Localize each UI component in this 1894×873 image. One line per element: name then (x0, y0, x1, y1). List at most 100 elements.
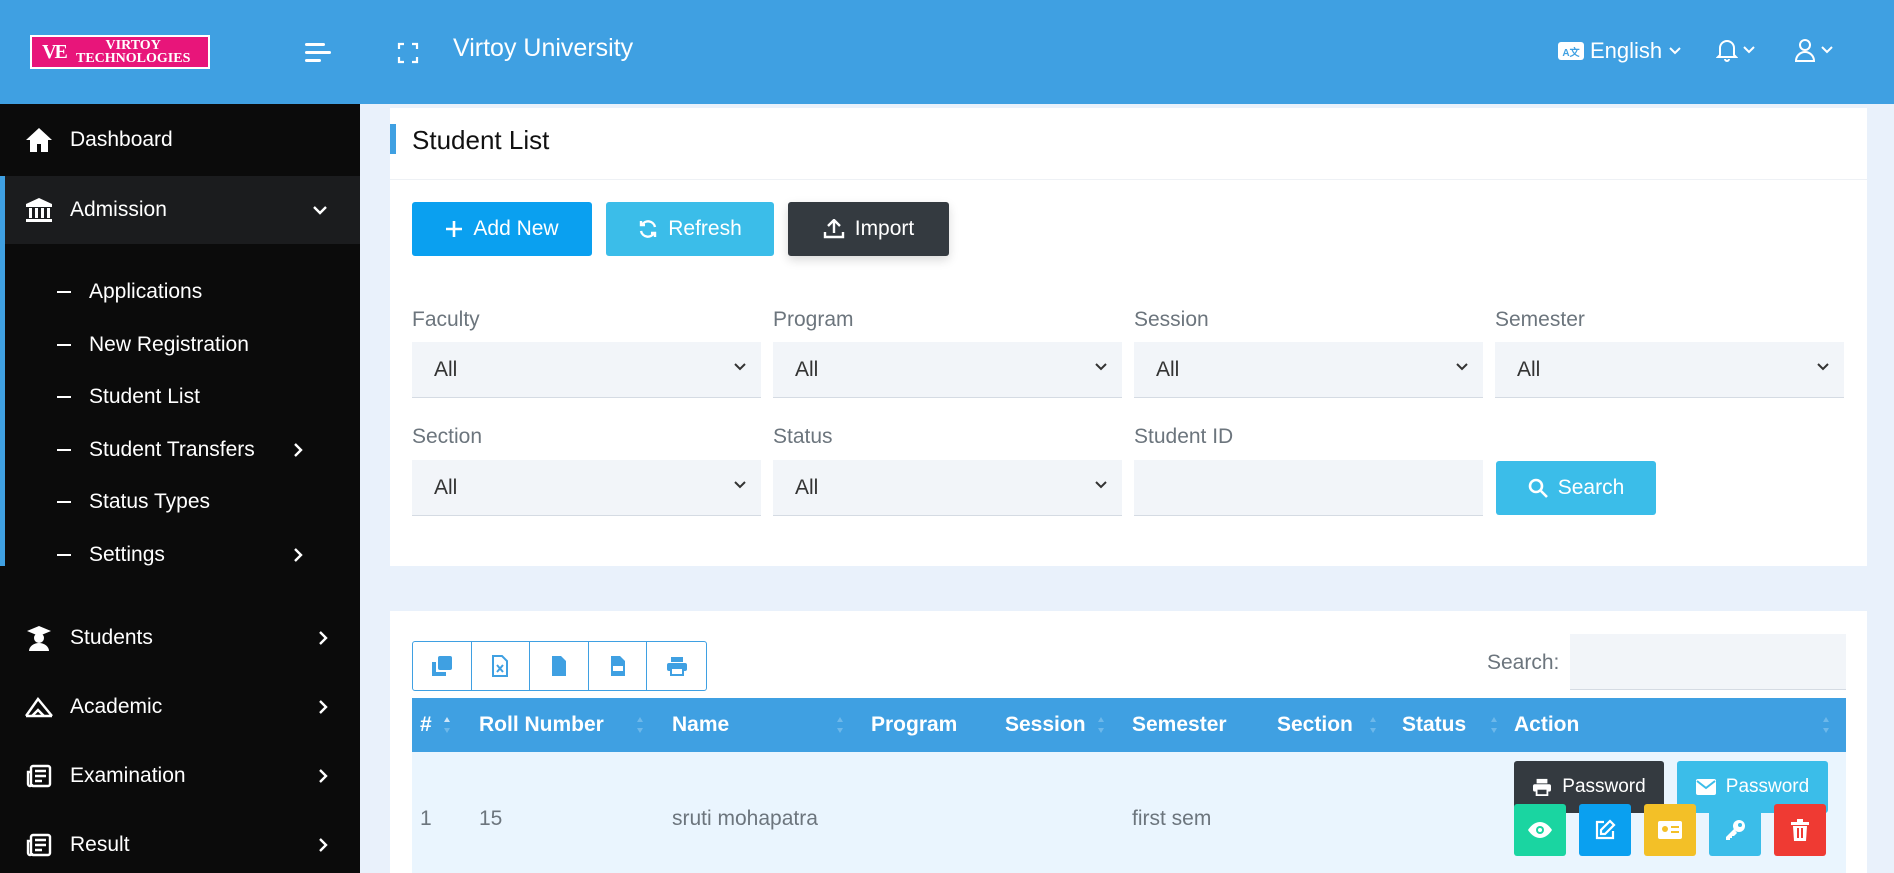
delete-button[interactable] (1774, 804, 1826, 856)
language-selector[interactable]: A文 English (1558, 38, 1682, 64)
filter-card: Student List Add New Refresh Import Facu… (390, 108, 1867, 566)
plus-icon (446, 221, 463, 237)
chevron-down-icon (1743, 46, 1755, 54)
section-select[interactable]: All (412, 460, 761, 516)
chevron-down-icon (1669, 47, 1681, 55)
bank-icon (24, 195, 54, 225)
chevron-right-icon (294, 548, 303, 562)
col-name[interactable]: Name (672, 713, 729, 737)
sidebar-item-status-types[interactable]: Status Types (5, 482, 360, 522)
logo-line2: TECHNOLOGIES (76, 51, 191, 66)
cell-number: 1 (420, 807, 432, 830)
view-button[interactable] (1514, 804, 1566, 856)
sidebar-item-students[interactable]: Students (0, 604, 360, 672)
semester-select[interactable]: All (1495, 342, 1844, 398)
print-button[interactable] (647, 642, 706, 690)
table-search-label: Search: (1487, 651, 1560, 674)
newspaper-icon (24, 830, 54, 860)
printer-icon (1533, 778, 1552, 796)
sidebar-item-settings[interactable]: Settings (5, 535, 360, 575)
chevron-right-icon (319, 631, 328, 645)
file-excel-icon (492, 655, 509, 677)
chevron-down-icon (1095, 363, 1107, 371)
edit-icon (1595, 819, 1616, 840)
excel-button[interactable] (472, 642, 531, 690)
copy-button[interactable] (413, 642, 472, 690)
sort-icon (1370, 717, 1376, 733)
student-id-input[interactable] (1134, 460, 1483, 516)
chevron-down-icon (1821, 46, 1833, 54)
pdf-button[interactable] (589, 642, 648, 690)
sidebar-item-student-list[interactable]: Student List (5, 377, 360, 417)
col-roll-number[interactable]: Roll Number (479, 713, 604, 737)
home-icon (24, 125, 54, 155)
refresh-button[interactable]: Refresh (606, 202, 774, 256)
table-header: # Roll Number Name Program Session Semes… (412, 698, 1846, 752)
sidebar-item-applications[interactable]: Applications (5, 272, 360, 312)
sidebar-item-result[interactable]: Result (0, 811, 360, 873)
envelope-icon (1695, 779, 1716, 795)
chevron-right-icon (294, 443, 303, 457)
file-pdf-icon (610, 656, 625, 676)
id-card-button[interactable] (1644, 804, 1696, 856)
notifications-button[interactable] (1716, 38, 1756, 62)
sidebar-item-new-registration[interactable]: New Registration (5, 325, 360, 365)
fullscreen-icon[interactable] (397, 42, 419, 64)
import-button[interactable]: Import (788, 202, 949, 256)
col-session[interactable]: Session (1005, 713, 1086, 737)
col-section[interactable]: Section (1277, 713, 1353, 737)
page-title: Student List (412, 125, 550, 155)
search-icon (1528, 478, 1548, 498)
cell-semester: first sem (1132, 807, 1212, 830)
sidebar: Dashboard Admission Applications New Reg… (0, 104, 360, 873)
sort-icon (1823, 717, 1829, 733)
program-select[interactable]: All (773, 342, 1122, 398)
add-new-button[interactable]: Add New (412, 202, 592, 256)
faculty-select[interactable]: All (412, 342, 761, 398)
student-id-label: Student ID (1134, 425, 1234, 448)
sort-icon (1098, 717, 1104, 733)
printer-icon (666, 657, 687, 676)
menu-toggle-icon[interactable] (305, 43, 331, 63)
sort-icon (637, 717, 643, 733)
col-program[interactable]: Program (871, 713, 957, 737)
csv-button[interactable] (530, 642, 589, 690)
brand-logo[interactable]: VE VIRTOY TECHNOLOGIES (30, 35, 210, 69)
status-label: Status (773, 425, 833, 448)
chevron-down-icon (1095, 481, 1107, 489)
user-menu-button[interactable] (1794, 38, 1834, 62)
user-icon (1794, 39, 1816, 62)
table-search-input[interactable] (1570, 634, 1846, 690)
app-title: Virtoy University (453, 34, 634, 62)
col-semester[interactable]: Semester (1132, 713, 1227, 737)
semester-label: Semester (1495, 308, 1585, 331)
session-select[interactable]: All (1134, 342, 1483, 398)
chevron-right-icon (319, 838, 328, 852)
eye-icon (1528, 822, 1552, 838)
chevron-down-icon (313, 206, 327, 215)
sidebar-item-examination[interactable]: Examination (0, 742, 360, 810)
logo-mark: VE (42, 40, 68, 63)
search-button[interactable]: Search (1496, 461, 1656, 515)
academic-icon (24, 692, 54, 722)
edit-button[interactable] (1579, 804, 1631, 856)
chevron-down-icon (1456, 363, 1468, 371)
status-select[interactable]: All (773, 460, 1122, 516)
reset-password-button[interactable] (1709, 804, 1761, 856)
chevron-right-icon (319, 700, 328, 714)
col-action[interactable]: Action (1514, 713, 1579, 737)
sidebar-item-dashboard[interactable]: Dashboard (0, 106, 360, 174)
col-status[interactable]: Status (1402, 713, 1466, 737)
sort-icon (1491, 717, 1497, 733)
col-number[interactable]: # (420, 713, 432, 737)
sort-icon (444, 717, 450, 733)
language-label: English (1590, 38, 1663, 63)
sidebar-item-admission[interactable]: Admission (0, 176, 360, 244)
trash-icon (1791, 819, 1809, 841)
section-label: Section (412, 425, 483, 448)
sidebar-item-academic[interactable]: Academic (0, 673, 360, 741)
table-card: Search: # Roll Number Name Program Sessi… (390, 611, 1867, 873)
sidebar-item-student-transfers[interactable]: Student Transfers (5, 430, 360, 470)
copy-icon (431, 656, 452, 676)
cell-roll-number: 15 (479, 807, 503, 830)
